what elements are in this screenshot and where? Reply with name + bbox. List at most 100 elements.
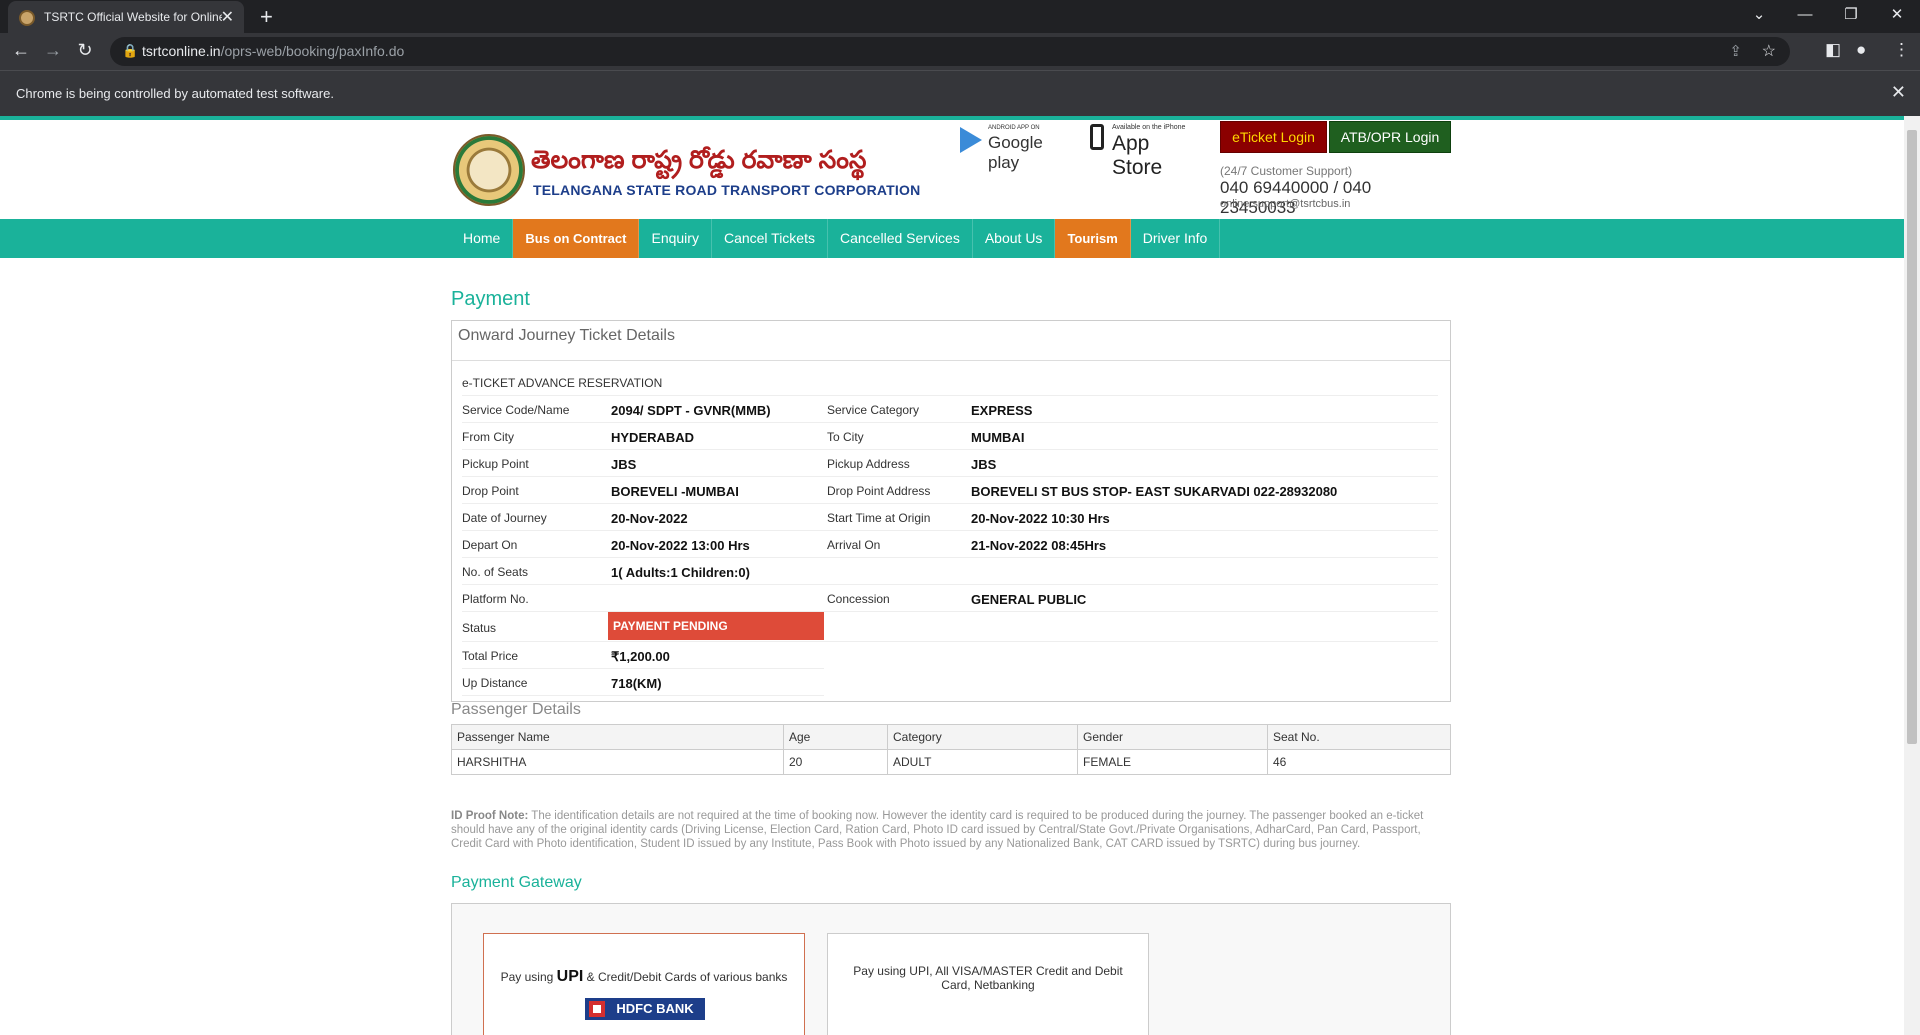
google-play-badge[interactable]: ANDROID APP ON Google play: [960, 123, 1072, 172]
detail-label: Pickup Address: [827, 457, 910, 471]
window-controls: ⌄ — ❐ ✕: [1736, 0, 1920, 33]
bookmark-star-icon[interactable]: ☆: [1762, 41, 1776, 61]
nav-cancelled-services[interactable]: Cancelled Services: [828, 219, 973, 258]
column-header: Seat No.: [1267, 724, 1451, 750]
nav-cancel-tickets[interactable]: Cancel Tickets: [712, 219, 828, 258]
share-icon[interactable]: ⇪: [1729, 42, 1742, 60]
reservation-type-row: e-TICKET ADVANCE RESERVATION: [462, 369, 1438, 396]
tsrtc-emblem-logo[interactable]: [453, 134, 525, 206]
page-viewport: తెలంగాణ రాష్ట్ర రోడ్డు రవాణా సంస్థ TELAN…: [0, 116, 1904, 1035]
up-distance-value: 718(KM): [611, 676, 662, 691]
detail-label: Service Code/Name: [462, 403, 570, 417]
detail-label: Service Category: [827, 403, 920, 417]
tab-title: TSRTC Official Website for Online: [44, 10, 222, 24]
logo-telugu-text: తెలంగాణ రాష్ట్ర రోడ్డు రవాణా సంస్థ: [531, 146, 867, 174]
detail-value: EXPRESS: [971, 403, 1033, 418]
column-header: Gender: [1077, 724, 1268, 750]
nav-about-us[interactable]: About Us: [973, 219, 1056, 258]
passenger-category: ADULT: [887, 749, 1078, 775]
app-store-badge[interactable]: Available on the iPhone App Store: [1090, 122, 1202, 179]
minimize-icon[interactable]: —: [1782, 0, 1828, 33]
hdfc-bank-logo: HDFC BANK: [585, 998, 705, 1020]
column-header: Age: [783, 724, 888, 750]
google-play-small-text: ANDROID APP ON: [988, 125, 1040, 131]
detail-value: 20-Nov-2022 10:30 Hrs: [971, 511, 1110, 526]
status-badge: PAYMENT PENDING: [608, 612, 824, 640]
google-play-icon: [960, 127, 982, 153]
detail-row: Service Code/Name 2094/ SDPT - GVNR(MMB)…: [462, 396, 1438, 423]
second-gateway-option[interactable]: Pay using UPI, All VISA/MASTER Credit an…: [827, 933, 1149, 1035]
url-text: tsrtconline.in/oprs-web/booking/paxInfo.…: [142, 43, 404, 59]
payment-gateway-panel: Pay using UPI & Credit/Debit Cards of va…: [451, 903, 1451, 1035]
scrollbar-thumb[interactable]: [1907, 130, 1917, 744]
up-distance-row: Up Distance 718(KM): [462, 669, 824, 696]
detail-row: Pickup Point JBS Pickup Address JBS: [462, 450, 1438, 477]
reload-icon[interactable]: ↻: [73, 40, 97, 61]
detail-label: Platform No.: [462, 592, 529, 606]
detail-value: BOREVELI -MUMBAI: [611, 484, 739, 499]
tsrtc-favicon-icon: [19, 10, 35, 26]
forward-icon[interactable]: →: [41, 40, 65, 61]
hdfc-bank-text: HDFC BANK: [616, 1001, 694, 1016]
infobar-message: Chrome is being controlled by automated …: [16, 86, 334, 101]
column-header: Passenger Name: [451, 724, 784, 750]
passenger-seat: 46: [1267, 749, 1451, 775]
menu-kebab-icon[interactable]: ⋮: [1893, 40, 1910, 60]
atb-opr-login-button[interactable]: ATB/OPR Login: [1329, 121, 1451, 153]
close-tab-icon[interactable]: ✕: [221, 7, 234, 27]
nav-bus-on-contract[interactable]: Bus on Contract: [513, 219, 640, 258]
nav-home[interactable]: Home: [451, 219, 514, 258]
main-navigation: Home Bus on Contract Enquiry Cancel Tick…: [0, 219, 1904, 258]
eticket-login-button[interactable]: eTicket Login: [1220, 121, 1327, 153]
reservation-type: e-TICKET ADVANCE RESERVATION: [462, 376, 663, 390]
tab-search-icon[interactable]: ⌄: [1736, 0, 1782, 33]
passenger-name: HARSHITHA: [451, 749, 784, 775]
detail-value: MUMBAI: [971, 430, 1025, 445]
new-tab-icon[interactable]: +: [260, 4, 273, 30]
close-window-icon[interactable]: ✕: [1874, 0, 1920, 33]
infobar-close-icon[interactable]: ✕: [1891, 82, 1906, 103]
page-scrollbar[interactable]: [1904, 116, 1920, 1035]
passenger-age: 20: [783, 749, 888, 775]
option-text-suffix: & Credit/Debit Cards of various banks: [583, 970, 788, 984]
detail-value: JBS: [971, 457, 997, 472]
app-store-small-text: Available on the iPhone: [1112, 124, 1186, 131]
table-row: HARSHITHA 20 ADULT FEMALE 46: [451, 749, 1451, 775]
detail-row: Drop Point BOREVELI -MUMBAI Drop Point A…: [462, 477, 1438, 504]
detail-value: 2094/ SDPT - GVNR(MMB): [611, 403, 771, 418]
back-icon[interactable]: ←: [9, 40, 33, 61]
hdfc-gateway-option[interactable]: Pay using UPI & Credit/Debit Cards of va…: [483, 933, 805, 1035]
detail-label: Drop Point Address: [827, 484, 931, 498]
detail-label: From City: [462, 430, 514, 444]
passenger-table: Passenger Name Age Category Gender Seat …: [451, 724, 1451, 775]
total-price-row: Total Price ₹1,200.00: [462, 642, 824, 669]
nav-driver-info[interactable]: Driver Info: [1131, 219, 1221, 258]
lock-icon[interactable]: 🔒: [122, 43, 138, 59]
browser-tab[interactable]: TSRTC Official Website for Online ✕: [8, 1, 244, 33]
upi-text: UPI: [556, 968, 584, 985]
detail-value: BOREVELI ST BUS STOP- EAST SUKARVADI 022…: [971, 484, 1338, 499]
detail-label: Concession: [827, 592, 890, 606]
detail-value: 20-Nov-2022: [611, 511, 688, 526]
total-price-value: ₹1,200.00: [611, 649, 670, 664]
ticket-details-panel: Onward Journey Ticket Details e-TICKET A…: [451, 320, 1451, 702]
customer-support-label: (24/7 Customer Support): [1220, 164, 1353, 178]
detail-label: Date of Journey: [462, 511, 547, 525]
detail-label: Arrival On: [827, 538, 881, 552]
logo-english-text: TELANGANA STATE ROAD TRANSPORT CORPORATI…: [533, 182, 921, 198]
page-title: Payment: [451, 288, 530, 310]
restore-icon[interactable]: ❐: [1828, 0, 1874, 33]
detail-value: HYDERABAD: [611, 430, 695, 445]
profile-icon[interactable]: ●: [1856, 40, 1866, 60]
status-row: Status PAYMENT PENDING: [462, 612, 1438, 642]
detail-row: Date of Journey 20-Nov-2022 Start Time a…: [462, 504, 1438, 531]
id-proof-note: ID Proof Note: The identification detail…: [451, 809, 1451, 851]
up-distance-label: Up Distance: [462, 676, 528, 690]
detail-label: Pickup Point: [462, 457, 529, 471]
nav-tourism[interactable]: Tourism: [1055, 219, 1131, 258]
nav-enquiry[interactable]: Enquiry: [639, 219, 712, 258]
url-host: tsrtconline.in: [142, 43, 221, 59]
id-proof-note-label: ID Proof Note:: [451, 810, 529, 822]
address-bar[interactable]: 🔒 tsrtconline.in/oprs-web/booking/paxInf…: [110, 37, 1790, 66]
side-panel-icon[interactable]: ◧: [1825, 40, 1841, 60]
